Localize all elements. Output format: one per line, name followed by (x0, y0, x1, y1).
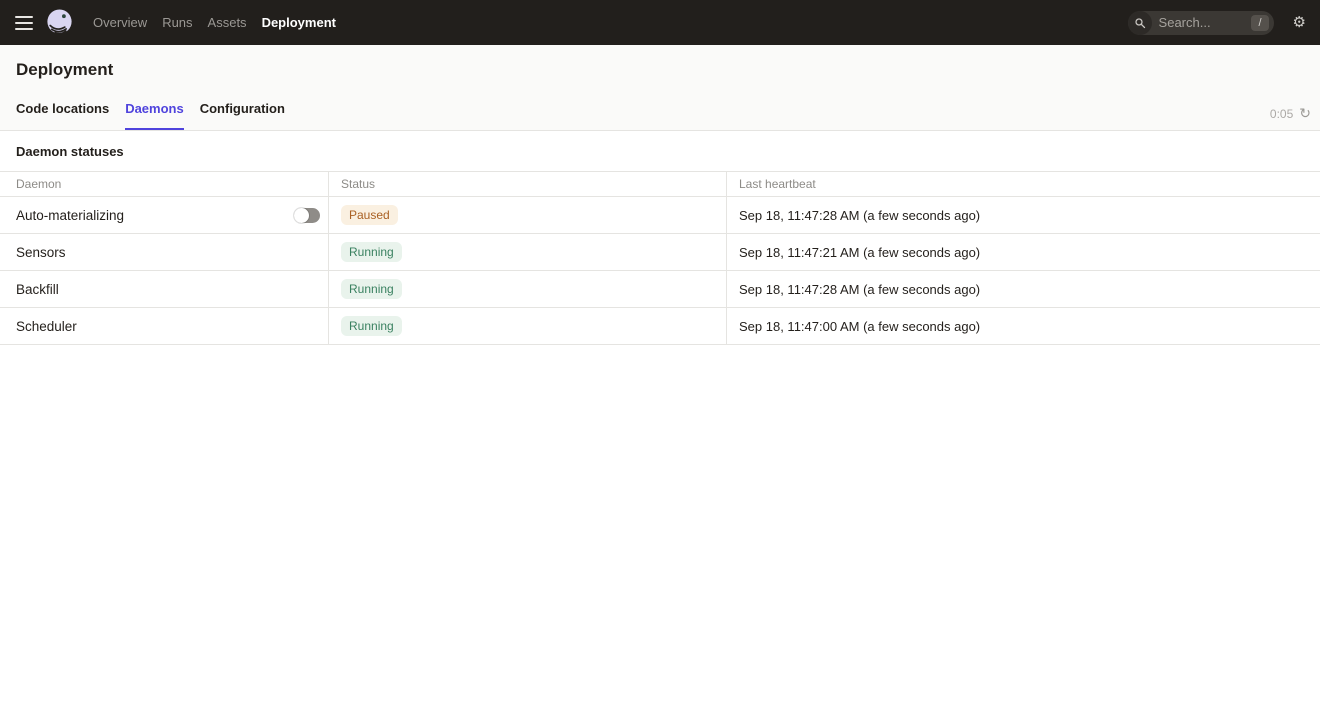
table-header-row: Daemon Status Last heartbeat (0, 171, 1320, 197)
column-header-daemon: Daemon (0, 172, 329, 196)
tab-configuration[interactable]: Configuration (200, 101, 285, 130)
page-title: Deployment (0, 45, 1320, 81)
gear-icon[interactable]: ⚙ (1293, 15, 1306, 30)
last-heartbeat: Sep 18, 11:47:28 AM (a few seconds ago) (739, 208, 980, 223)
daemon-statuses-table: Daemon Status Last heartbeat Auto-materi… (0, 171, 1320, 345)
last-heartbeat: Sep 18, 11:47:21 AM (a few seconds ago) (739, 245, 980, 260)
last-heartbeat: Sep 18, 11:47:28 AM (a few seconds ago) (739, 282, 980, 297)
search-input[interactable] (1152, 15, 1252, 30)
search-shortcut-key: / (1251, 15, 1268, 31)
search-box[interactable]: / (1128, 11, 1274, 35)
table-row: Backfill Running Sep 18, 11:47:28 AM (a … (0, 271, 1320, 308)
tab-daemons[interactable]: Daemons (125, 101, 184, 130)
status-badge: Running (341, 279, 402, 299)
column-header-last-heartbeat: Last heartbeat (727, 172, 1320, 196)
search-icon (1128, 11, 1152, 35)
tab-bar: Code locations Daemons Configuration (0, 81, 1320, 130)
daemon-name: Sensors (16, 245, 66, 260)
last-heartbeat: Sep 18, 11:47:00 AM (a few seconds ago) (739, 319, 980, 334)
toggle-knob (294, 208, 309, 223)
section-heading: Daemon statuses (0, 131, 1320, 171)
hamburger-icon[interactable] (15, 16, 33, 30)
refresh-countdown-chip: 0:05 ↻ (1270, 107, 1311, 121)
nav-item-runs[interactable]: Runs (162, 15, 192, 30)
nav-item-deployment[interactable]: Deployment (262, 15, 336, 30)
daemon-enabled-toggle[interactable] (294, 208, 320, 223)
daemon-name: Backfill (16, 282, 59, 297)
daemon-name: Auto-materializing (16, 208, 124, 223)
status-badge: Running (341, 242, 402, 262)
status-badge: Running (341, 316, 402, 336)
table-row: Scheduler Running Sep 18, 11:47:00 AM (a… (0, 308, 1320, 345)
dagster-logo[interactable] (45, 8, 74, 37)
table-row: Sensors Running Sep 18, 11:47:21 AM (a f… (0, 234, 1320, 271)
main-content: Daemon statuses Daemon Status Last heart… (0, 131, 1320, 345)
page-header: Deployment Code locations Daemons Config… (0, 45, 1320, 131)
refresh-icon[interactable]: ↻ (1299, 107, 1311, 121)
tab-code-locations[interactable]: Code locations (16, 101, 109, 130)
primary-nav: Overview Runs Assets Deployment (93, 15, 336, 30)
table-body: Auto-materializing Paused Sep 18, 11:47:… (0, 197, 1320, 345)
nav-item-overview[interactable]: Overview (93, 15, 147, 30)
daemon-name: Scheduler (16, 319, 77, 334)
column-header-status: Status (329, 172, 727, 196)
table-row: Auto-materializing Paused Sep 18, 11:47:… (0, 197, 1320, 234)
nav-item-assets[interactable]: Assets (208, 15, 247, 30)
top-navigation-bar: Overview Runs Assets Deployment / ⚙ (0, 0, 1320, 45)
refresh-countdown: 0:05 (1270, 107, 1293, 121)
status-badge: Paused (341, 205, 398, 225)
